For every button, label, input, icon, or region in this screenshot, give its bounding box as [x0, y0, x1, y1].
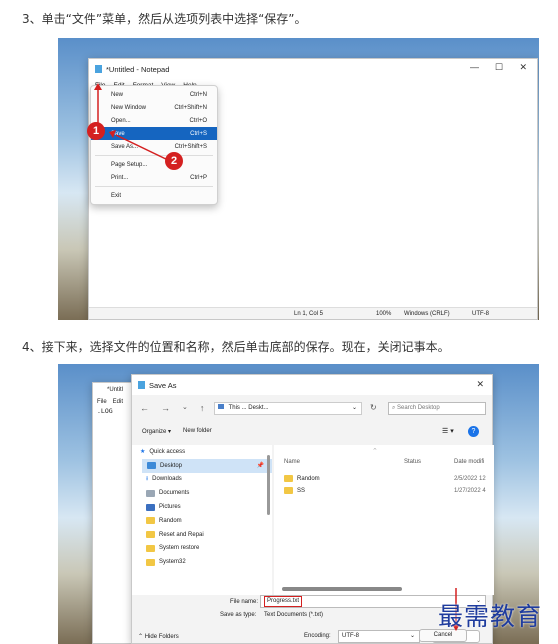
screenshot-notepad: *Untitled - Notepad — ☐ ✕ File Edit Form… [58, 38, 539, 320]
step3-caption: 3、单击“文件”菜单，然后从选项列表中选择“保存”。 [22, 12, 307, 26]
step-badge-1: 1 [87, 122, 105, 140]
step4-caption: 4、接下来，选择文件的位置和名称，然后单击底部的保存。现在，关闭记事本。 [22, 340, 450, 354]
arrowhead-file [94, 83, 102, 90]
watermark: 最需教育 [438, 602, 543, 631]
annotation-arrows [94, 83, 171, 162]
arrow-to-save [115, 134, 171, 162]
step-badge-2: 2 [165, 152, 183, 170]
arrowhead-save [109, 130, 116, 138]
